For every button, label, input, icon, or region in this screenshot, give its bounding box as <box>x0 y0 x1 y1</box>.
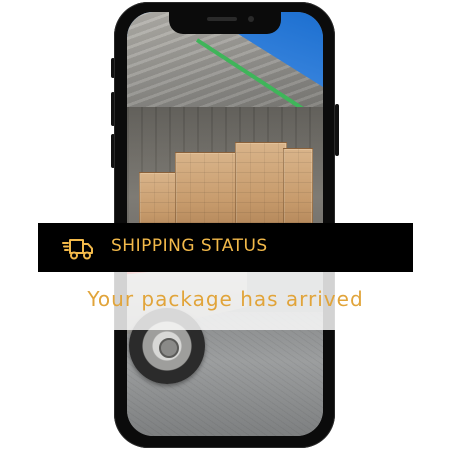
delivery-truck-icon <box>62 239 93 260</box>
phone-power-button <box>335 104 339 156</box>
phone-notch <box>169 12 281 34</box>
phone-speaker <box>207 17 237 21</box>
shipping-status-label: SHIPPING STATUS <box>111 236 268 256</box>
truck-wheel-hub <box>159 338 179 358</box>
shipping-status-graphic: SHIPPING STATUS Your package has arrived <box>0 0 450 450</box>
phone-camera <box>248 16 254 22</box>
package-arrived-message: Your package has arrived <box>87 287 364 311</box>
